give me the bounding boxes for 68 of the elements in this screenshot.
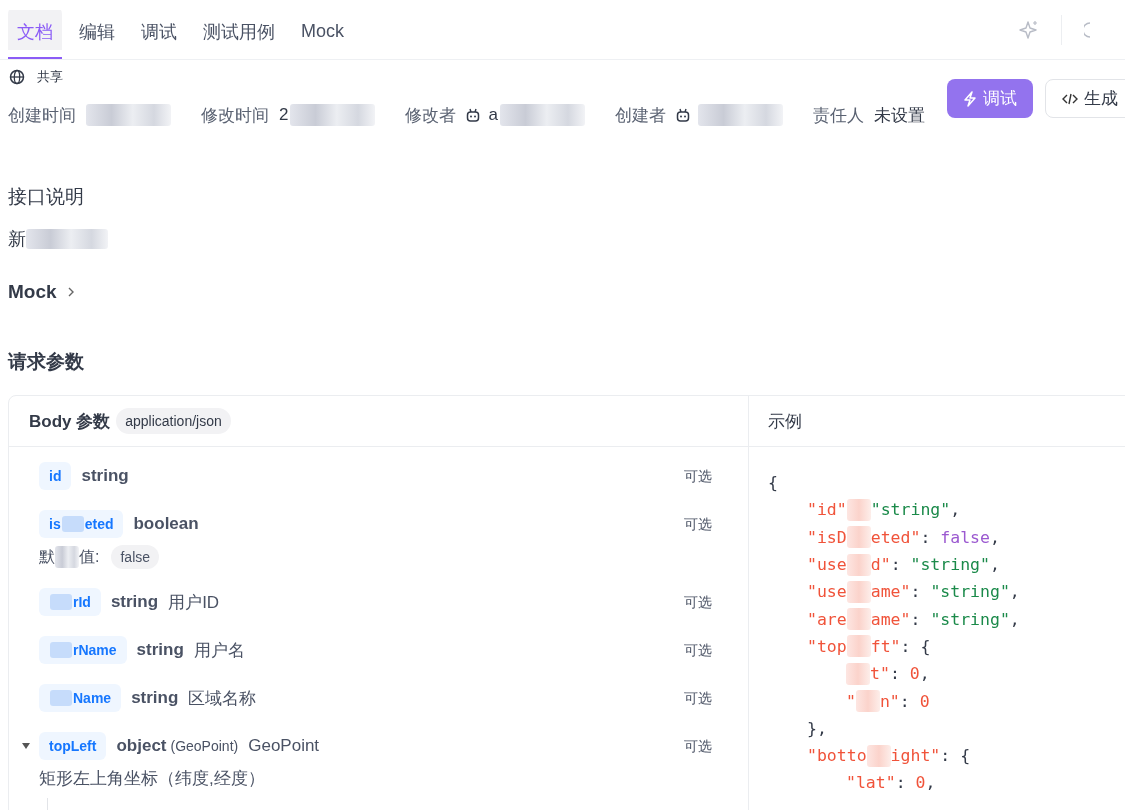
param-description: 用户ID bbox=[168, 591, 220, 614]
param-name: rName bbox=[39, 636, 127, 664]
caret-down-icon[interactable] bbox=[21, 741, 31, 751]
tab[interactable]: 测试用例 bbox=[194, 6, 284, 59]
code-line: "botto ight": { bbox=[807, 743, 972, 769]
code-line: { bbox=[768, 472, 779, 495]
code-line: "top ft": { bbox=[807, 634, 932, 660]
content-type-tag: application/json bbox=[116, 408, 231, 434]
meta-label: 创建时间 bbox=[8, 104, 76, 127]
param-description: 用户名 bbox=[193, 639, 245, 662]
meta-label: 责任人 bbox=[812, 104, 864, 127]
param-type: string bbox=[136, 640, 184, 660]
tab[interactable]: 编辑 bbox=[70, 6, 124, 59]
code-line: "use d": "string", bbox=[807, 552, 1001, 578]
meta-value: 未设置 bbox=[873, 104, 925, 127]
code-line: "are ame": "string", bbox=[807, 607, 1021, 633]
default-label: 默 值: bbox=[39, 546, 100, 568]
type-reference: (GeoPoint) bbox=[170, 738, 239, 754]
chevron-right-icon bbox=[66, 286, 75, 298]
code-line: "isD eted": false, bbox=[807, 525, 1001, 551]
code-line: "lat": 0, bbox=[846, 772, 937, 795]
meta-label: 修改者 bbox=[405, 104, 457, 127]
meta-label: 修改时间 bbox=[201, 104, 269, 127]
code-line: }, bbox=[807, 717, 828, 740]
debug-button[interactable]: 调试 bbox=[947, 79, 1033, 118]
generate-code-button[interactable]: 生成 bbox=[1045, 79, 1125, 118]
param-name: rId bbox=[39, 588, 101, 616]
mock-toggle[interactable]: Mock bbox=[8, 281, 75, 303]
code-line: "use ame": "string", bbox=[807, 579, 1021, 605]
example-label: 示例 bbox=[749, 396, 1125, 447]
param-name: is eted bbox=[39, 510, 124, 538]
code-icon bbox=[1062, 91, 1078, 106]
share-label[interactable]: 共享 bbox=[37, 68, 63, 86]
param-description: GeoPoint bbox=[248, 736, 320, 756]
code-line: t": 0, bbox=[846, 660, 1125, 688]
meta-label: 创建者 bbox=[614, 104, 666, 127]
code-line: " n": 0 bbox=[846, 689, 931, 715]
optional-label: 可选 bbox=[684, 594, 712, 612]
globe-icon bbox=[9, 69, 25, 85]
param-name: Name bbox=[39, 684, 122, 712]
param-type: string bbox=[81, 466, 129, 486]
default-value: false bbox=[111, 545, 160, 569]
tab[interactable]: Mock bbox=[292, 6, 353, 59]
param-name: topLeft bbox=[39, 732, 107, 760]
sparkle-icon bbox=[1019, 19, 1039, 40]
param-name: id bbox=[39, 462, 72, 490]
section-title: 接口说明 bbox=[8, 185, 85, 209]
meta-value: a bbox=[488, 105, 498, 125]
body-label: Body 参数 bbox=[29, 410, 111, 433]
meta-value: 2 bbox=[279, 105, 289, 125]
param-note: 矩形左上角坐标（纬度,经度） bbox=[39, 768, 266, 790]
param-description: 区域名称 bbox=[188, 687, 257, 710]
optional-label: 可选 bbox=[684, 738, 712, 756]
param-type: boolean bbox=[133, 514, 199, 534]
lightning-icon bbox=[963, 90, 977, 107]
param-type: string bbox=[131, 688, 179, 708]
robot-icon bbox=[675, 108, 690, 122]
optional-label: 可选 bbox=[684, 642, 712, 660]
param-type: object bbox=[116, 736, 167, 756]
description-text: 新 bbox=[8, 228, 26, 251]
param-type: string bbox=[110, 592, 159, 612]
tab[interactable]: 调试 bbox=[132, 6, 186, 59]
optional-label: 可选 bbox=[684, 516, 712, 534]
optional-label: 可选 bbox=[684, 468, 712, 486]
optional-label: 可选 bbox=[684, 690, 712, 708]
section-heading: 请求参数 bbox=[8, 350, 85, 374]
robot-icon bbox=[466, 108, 481, 122]
code-line: "id" "string", bbox=[807, 497, 962, 523]
